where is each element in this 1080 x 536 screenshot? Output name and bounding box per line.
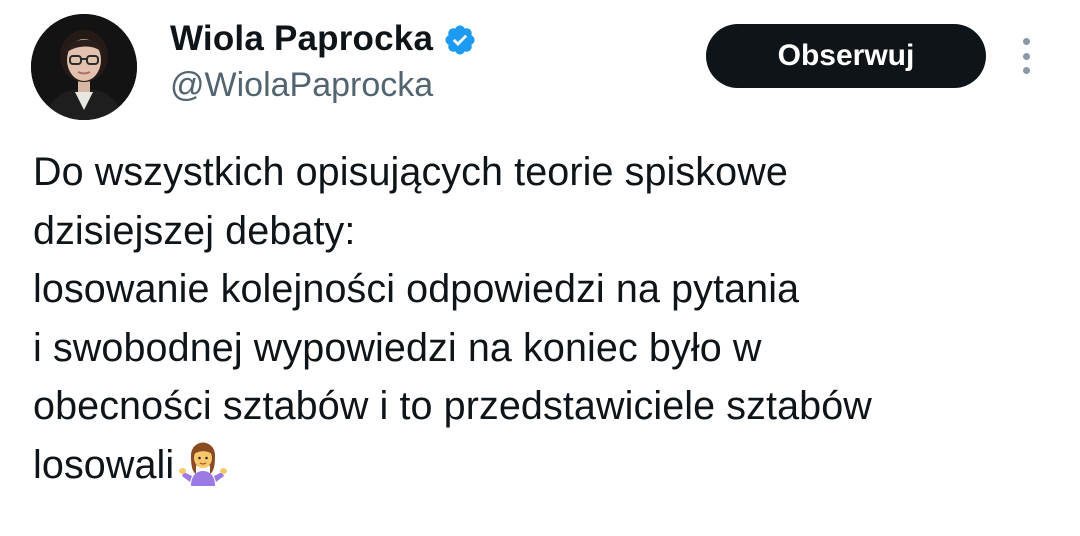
author-name-row: Wiola Paprocka (170, 18, 477, 60)
more-dot (1022, 38, 1030, 45)
tweet-body: Do wszystkich opisujących teorie spiskow… (33, 150, 872, 487)
woman-shrugging-emoji (178, 438, 228, 488)
more-vertical-icon[interactable] (1010, 36, 1042, 76)
tweet-text: Do wszystkich opisujących teorie spiskow… (33, 143, 1063, 494)
verified-badge-icon[interactable] (443, 23, 477, 57)
avatar[interactable] (31, 14, 137, 120)
avatar-image (31, 14, 137, 120)
follow-button[interactable]: Obserwuj (706, 24, 986, 88)
author-handle[interactable]: @WiolaPaprocka (170, 64, 433, 106)
author-display-name[interactable]: Wiola Paprocka (170, 18, 433, 60)
more-dot (1022, 52, 1030, 60)
more-dot (1022, 67, 1030, 74)
tweet-header: Wiola Paprocka @WiolaPaprocka Obserwuj (0, 0, 1080, 140)
